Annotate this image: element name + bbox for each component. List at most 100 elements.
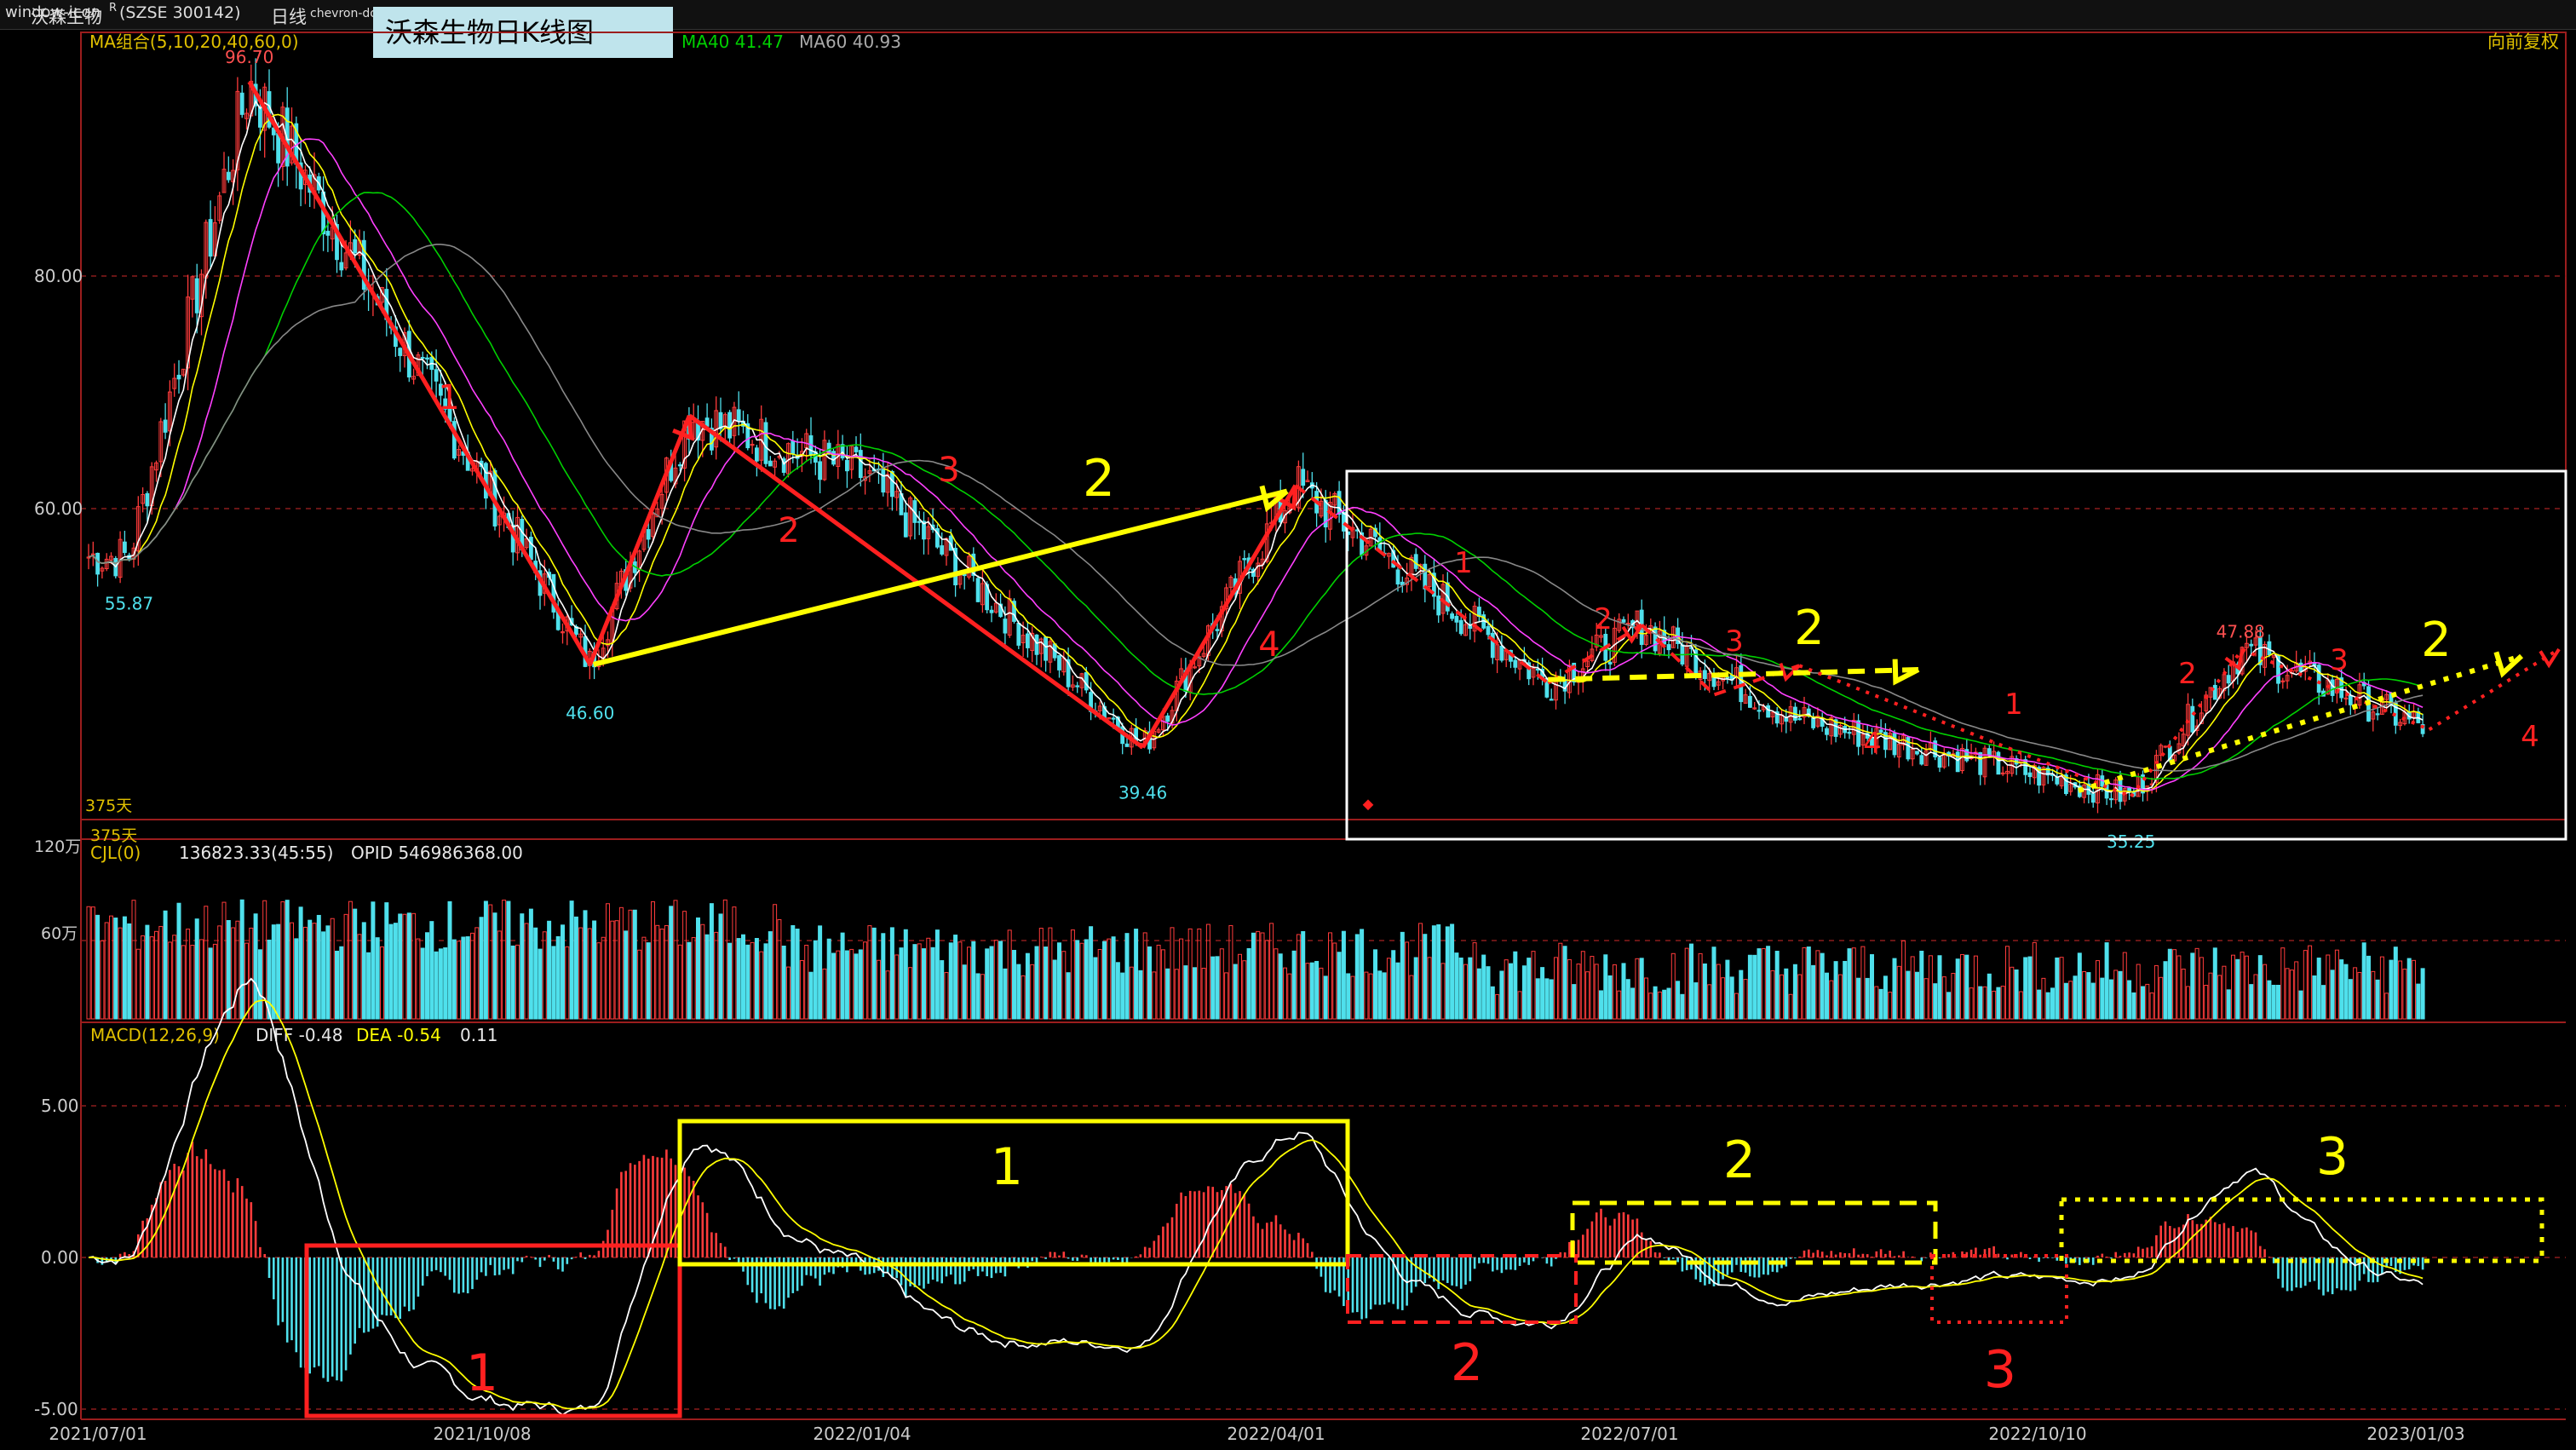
volume-bar (1061, 951, 1067, 1020)
volume-bar (312, 923, 317, 1020)
candle-body (1513, 659, 1518, 668)
volume-bar (1115, 962, 1120, 1020)
volume-bar (1802, 947, 1807, 1020)
candle-body (2330, 679, 2335, 696)
candle-body (962, 573, 967, 577)
volume-bar (989, 946, 994, 1020)
candle-body (2212, 684, 2217, 700)
candle-body (881, 468, 886, 493)
candle-body (95, 552, 100, 575)
volume-bar (1806, 947, 1811, 1020)
wave-line-1 (247, 80, 592, 666)
volume-bar (1982, 986, 1987, 1020)
volume-bar (2000, 986, 2005, 1020)
volume-bar (1915, 971, 1919, 1020)
volume-bar (1757, 948, 1762, 1020)
volume-bar (768, 931, 773, 1020)
date-tick: 2021/10/08 (433, 1424, 531, 1444)
candles-group (86, 58, 2425, 814)
candle-body (1458, 619, 1463, 635)
candle-body (425, 357, 429, 360)
volume-bar (659, 928, 664, 1020)
candle-body (1124, 743, 1130, 747)
volume-bar (1837, 974, 1843, 1020)
volume-bar (2406, 958, 2412, 1020)
volume-bar (2077, 952, 2082, 1020)
volume-bar (2127, 980, 2132, 1020)
volume-bar (2141, 986, 2145, 1020)
volume-bar (339, 946, 344, 1020)
volume-bar (1851, 947, 1856, 1020)
candle-body (2109, 798, 2113, 801)
macd-dea-line (88, 999, 2424, 1410)
volume-bar (104, 922, 109, 1020)
volume-bar (154, 930, 158, 1020)
volume-bar (1007, 929, 1012, 1020)
volume-bar (1829, 980, 1834, 1020)
macd-tick-5: 5.00 (41, 1096, 79, 1116)
volume-bar (754, 937, 759, 1020)
candle-body (1337, 491, 1342, 515)
volume-bar (1418, 923, 1423, 1020)
volume-bar (1102, 941, 1107, 1020)
candle-body (194, 278, 199, 314)
volume-bar (2389, 959, 2394, 1020)
volume-bar (1219, 948, 1224, 1020)
volume-bar (1034, 946, 1039, 1020)
candle-body (1342, 511, 1346, 532)
volume-bar (583, 910, 588, 1020)
volume-bar (578, 927, 584, 1020)
candle-body (1215, 629, 1220, 631)
volume-bar (1860, 946, 1866, 1020)
volume-bar (1621, 963, 1626, 1020)
volume-bar (1535, 978, 1540, 1020)
volume-bar (745, 944, 750, 1020)
volume-bar (1296, 934, 1301, 1020)
candle-body (1423, 563, 1428, 590)
volume-bar (2082, 970, 2087, 1020)
volume-bar (181, 945, 186, 1020)
candle-body (2348, 694, 2353, 705)
volume-bar (2167, 948, 2172, 1020)
volume-bar (1612, 964, 1617, 1020)
volume-bar (2055, 957, 2060, 1020)
volume-bar (641, 936, 647, 1020)
volume-bar (1992, 990, 1997, 1020)
volume-bar (565, 946, 570, 1020)
volume-bar (1093, 957, 1098, 1020)
volume-bar (2122, 952, 2127, 1020)
volume-bar (335, 950, 339, 1020)
volume-bar (2145, 983, 2150, 1020)
volume-bar (375, 937, 380, 1020)
volume-bar (2131, 992, 2136, 1020)
volume-bar (696, 917, 700, 1020)
volume-bar (975, 973, 980, 1020)
volume-bar (1472, 942, 1477, 1020)
volume-bar (1878, 988, 1883, 1020)
candle-body (2375, 713, 2380, 716)
volume-bar (1012, 950, 1016, 1020)
candle-body (2249, 643, 2254, 647)
volume-bar (2343, 964, 2349, 1020)
volume-bar (447, 900, 452, 1020)
volume-bar (2280, 947, 2286, 1020)
date-tick: 2022/07/01 (1580, 1424, 1678, 1444)
volume-bar (528, 908, 533, 1020)
volume-bar (1360, 929, 1365, 1020)
volume-bar (971, 941, 976, 1020)
volume-bar (492, 912, 497, 1020)
volume-bar (204, 906, 209, 1020)
volume-bar (1747, 954, 1752, 1020)
volume-bar (889, 927, 894, 1020)
candle-body (145, 492, 150, 507)
volume-bar (1625, 979, 1630, 1020)
volume-bar (1657, 991, 1662, 1020)
volume-bar (1499, 970, 1504, 1020)
macd-box-label-yellow-1: 1 (991, 1137, 1023, 1197)
volume-bar (2289, 970, 2294, 1020)
volume-bar (922, 948, 926, 1020)
volume-bar (1468, 957, 1473, 1020)
low-price-label: 46.60 (566, 703, 614, 723)
volume-bar (2222, 965, 2227, 1020)
volume-bar (2199, 957, 2204, 1020)
